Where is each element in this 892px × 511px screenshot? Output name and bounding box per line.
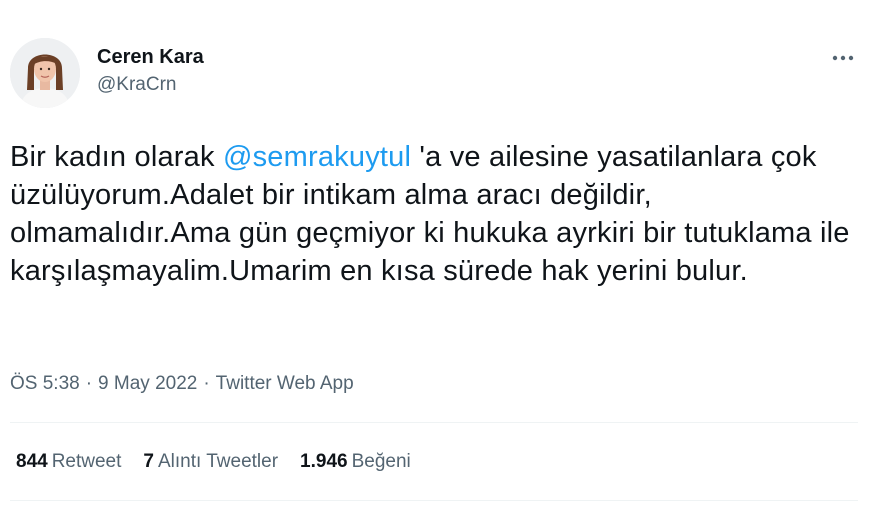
- divider: [10, 500, 858, 501]
- avatar[interactable]: [10, 38, 80, 108]
- author-handle[interactable]: @KraCrn: [97, 73, 204, 97]
- avatar-image: [10, 38, 80, 108]
- likes-count: 1.946: [300, 451, 348, 472]
- tweet-detail: Ceren Kara @KraCrn Bir kadın olarak @sem…: [0, 0, 892, 511]
- mention-link[interactable]: @semrakuytul: [223, 141, 411, 173]
- author-info: Ceren Kara @KraCrn: [97, 45, 204, 97]
- meta-separator: ·: [203, 373, 210, 394]
- quotes-count: 7: [143, 451, 154, 472]
- tweet-text: Bir kadın olarak @semrakuytul 'a ve aile…: [10, 138, 880, 290]
- author-display-name[interactable]: Ceren Kara: [97, 45, 204, 69]
- likes-stat[interactable]: 1.946 Beğeni: [300, 450, 411, 474]
- retweets-count: 844: [16, 451, 48, 472]
- tweet-meta: ÖS 5:38 · 9 May 2022 · Twitter Web App: [10, 372, 354, 396]
- tweet-date[interactable]: 9 May 2022: [98, 373, 197, 394]
- quotes-label: Alıntı Tweetler: [157, 451, 279, 472]
- engagement-stats: 844 Retweet 7 Alıntı Tweetler 1.946 Beğeni: [16, 450, 433, 474]
- tweet-text-before: Bir kadın olarak: [10, 141, 223, 173]
- quote-tweets-stat[interactable]: 7 Alıntı Tweetler: [143, 450, 278, 474]
- divider: [10, 422, 858, 423]
- tweet-time[interactable]: ÖS 5:38: [10, 373, 80, 394]
- retweets-label: Retweet: [51, 451, 122, 472]
- more-options-button[interactable]: [828, 46, 858, 70]
- more-horizontal-icon: [832, 55, 854, 61]
- retweets-stat[interactable]: 844 Retweet: [16, 450, 121, 474]
- likes-label: Beğeni: [351, 451, 411, 472]
- meta-separator: ·: [85, 373, 93, 394]
- tweet-source[interactable]: Twitter Web App: [216, 373, 354, 394]
